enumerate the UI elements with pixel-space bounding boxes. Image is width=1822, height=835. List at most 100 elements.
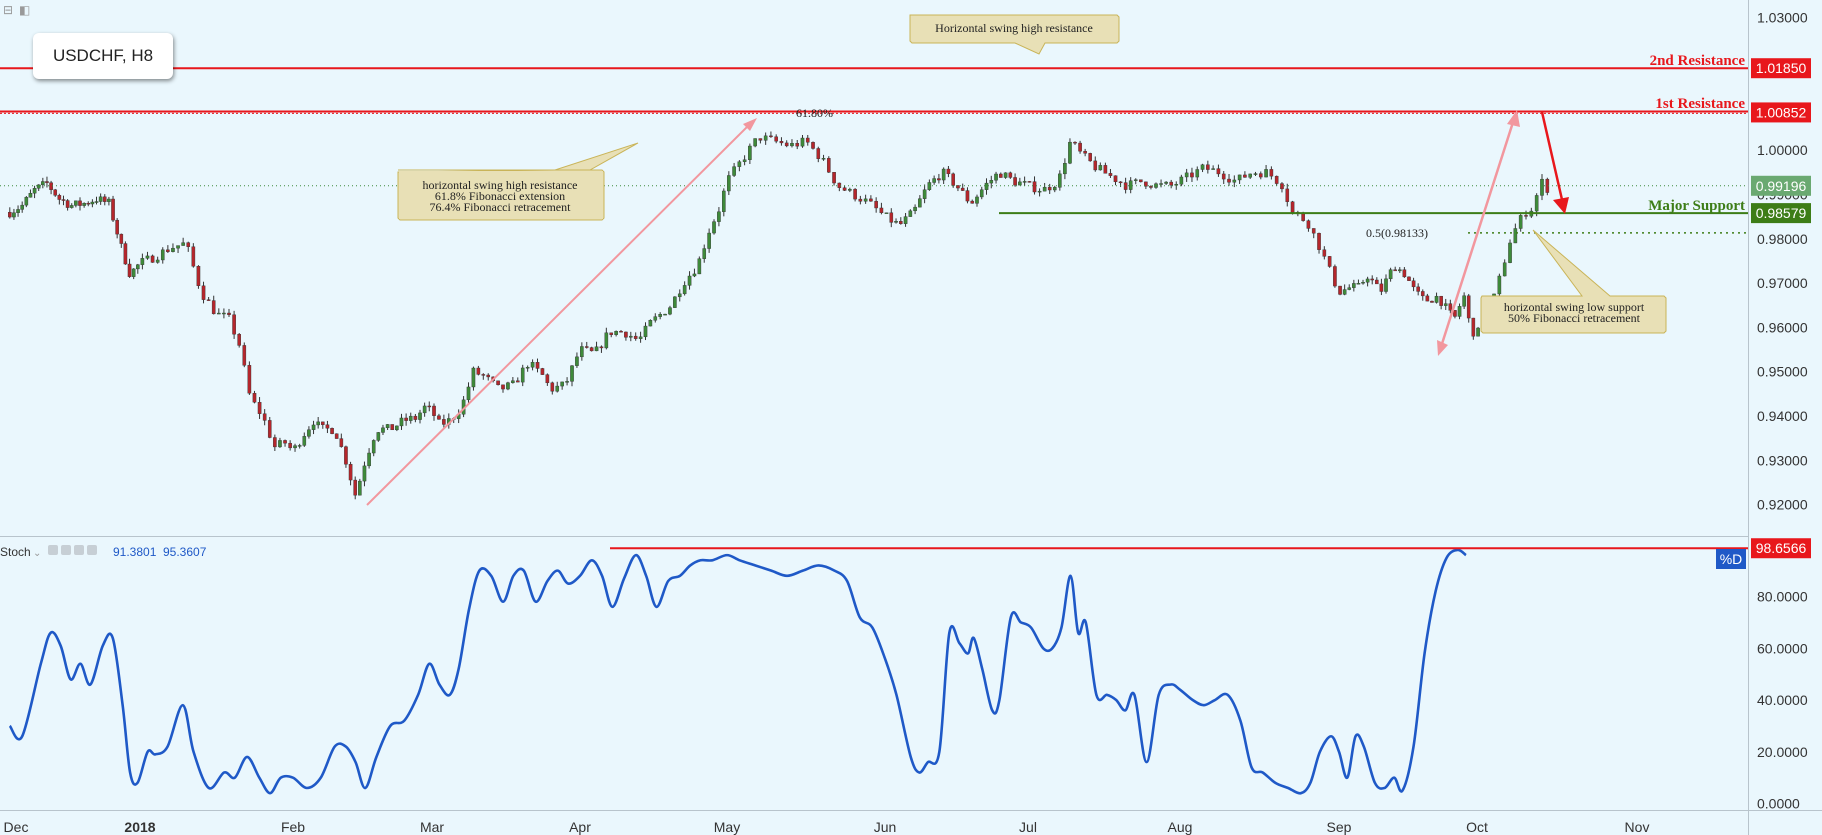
candle-body bbox=[476, 367, 481, 375]
candle-body bbox=[565, 381, 569, 383]
candle-body bbox=[262, 413, 267, 421]
candle-body bbox=[211, 300, 216, 315]
candle-body bbox=[702, 248, 707, 259]
candle-body bbox=[395, 425, 399, 431]
candle-body bbox=[1430, 300, 1434, 303]
candle-body bbox=[442, 419, 446, 425]
candle-body bbox=[570, 365, 574, 382]
candle-body bbox=[86, 202, 91, 205]
stochastic-series bbox=[8, 548, 1467, 795]
candle-body bbox=[150, 255, 155, 263]
candle-body bbox=[171, 247, 175, 252]
candle-body bbox=[176, 245, 180, 249]
candle-body bbox=[32, 188, 37, 194]
candle-body bbox=[682, 285, 687, 295]
candle-body bbox=[960, 187, 965, 191]
candle-body bbox=[1375, 279, 1379, 285]
stoch-level-value: 98.6566 bbox=[1756, 540, 1807, 556]
candle-body bbox=[951, 173, 955, 186]
usdchf-chart[interactable]: 2nd Resistance 1st Resistance Major Supp… bbox=[0, 0, 1822, 835]
candle-body bbox=[385, 424, 390, 429]
candle-body bbox=[307, 429, 311, 437]
top-callout-text: Horizontal swing high resistance bbox=[935, 21, 1093, 35]
candle-body bbox=[525, 367, 530, 369]
candle-body bbox=[1139, 179, 1143, 183]
candle-body bbox=[784, 142, 789, 147]
candle-body bbox=[970, 200, 975, 204]
candle-body bbox=[278, 440, 282, 448]
candle-body bbox=[1169, 181, 1173, 186]
candle-body bbox=[580, 346, 584, 358]
candle-body bbox=[624, 331, 628, 338]
candle-body bbox=[1322, 249, 1327, 257]
candle-body bbox=[160, 249, 165, 261]
candle-body bbox=[826, 158, 831, 173]
time-tick-6: Jun bbox=[874, 819, 897, 835]
candle-body bbox=[1022, 181, 1027, 183]
candle-body bbox=[609, 332, 614, 335]
candle-body bbox=[535, 362, 540, 369]
candle-body bbox=[237, 334, 241, 346]
candle-body bbox=[1342, 289, 1347, 295]
first-resistance-price: 1.00852 bbox=[1756, 104, 1807, 120]
candle-body bbox=[742, 159, 747, 162]
candle-body bbox=[545, 374, 550, 384]
price-tick-9: 1.03000 bbox=[1757, 9, 1808, 25]
candle-body bbox=[1052, 187, 1057, 191]
candle-body bbox=[297, 445, 302, 447]
stoch-dropdown-icon: ⌄ bbox=[33, 548, 41, 559]
second-resistance-price: 1.01850 bbox=[1756, 60, 1807, 76]
stoch-settings-icon bbox=[61, 545, 71, 555]
candle-body bbox=[643, 325, 648, 338]
candle-body bbox=[1448, 303, 1453, 311]
candle-body bbox=[1327, 256, 1332, 267]
price-tick-5: 0.97000 bbox=[1757, 275, 1808, 291]
candle-body bbox=[98, 196, 103, 202]
candle-body bbox=[555, 385, 560, 392]
candle-body bbox=[145, 255, 150, 259]
stoch-legend: Stoch ⌄ 91.3801 95.3607 bbox=[0, 545, 207, 559]
candle-body bbox=[550, 382, 555, 392]
candle-body bbox=[673, 296, 677, 308]
candle-body bbox=[1502, 262, 1507, 277]
candle-body bbox=[1370, 278, 1375, 281]
candle-body bbox=[1338, 285, 1342, 295]
candle-body bbox=[1133, 179, 1138, 181]
candle-body bbox=[418, 412, 422, 420]
candle-body bbox=[1063, 163, 1067, 175]
candle-body bbox=[530, 362, 535, 368]
left-callout-line-3: 76.4% Fibonacci retracement bbox=[430, 200, 572, 214]
candle-body bbox=[20, 204, 24, 210]
candle-body bbox=[1227, 178, 1231, 183]
candle-body bbox=[1184, 172, 1189, 178]
stoch-more-icon bbox=[87, 545, 97, 555]
candle-body bbox=[28, 193, 33, 198]
candle-body bbox=[1393, 269, 1397, 272]
chart-screen: ⊟ ◧ 2nd Resistance 1st Resistance Major … bbox=[0, 0, 1822, 835]
stoch-tick-1: 20.0000 bbox=[1757, 744, 1808, 760]
candle-body bbox=[408, 415, 413, 421]
candle-body bbox=[24, 197, 29, 206]
stoch-tick-4: 80.0000 bbox=[1757, 589, 1808, 605]
candle-body bbox=[1420, 291, 1425, 297]
candle-body bbox=[1083, 151, 1087, 154]
candle-body bbox=[115, 219, 119, 235]
candle-body bbox=[1333, 266, 1337, 287]
candle-body bbox=[107, 198, 111, 202]
candle-body bbox=[36, 184, 41, 189]
candle-body bbox=[57, 195, 62, 200]
candle-body bbox=[69, 205, 74, 208]
candle-body bbox=[45, 181, 49, 183]
candle-body bbox=[136, 264, 140, 270]
symbol-label[interactable]: USDCHF, H8 bbox=[33, 33, 173, 79]
candle-body bbox=[1497, 275, 1502, 295]
price-tick-1: 0.93000 bbox=[1757, 452, 1808, 468]
candle-body bbox=[127, 263, 132, 277]
candle-body bbox=[1416, 286, 1420, 292]
candle-body bbox=[707, 232, 711, 249]
candle-body bbox=[404, 417, 408, 421]
candle-body bbox=[1174, 184, 1179, 186]
candle-body bbox=[1003, 172, 1008, 178]
candle-body bbox=[1237, 174, 1242, 181]
candle-body bbox=[638, 336, 643, 339]
